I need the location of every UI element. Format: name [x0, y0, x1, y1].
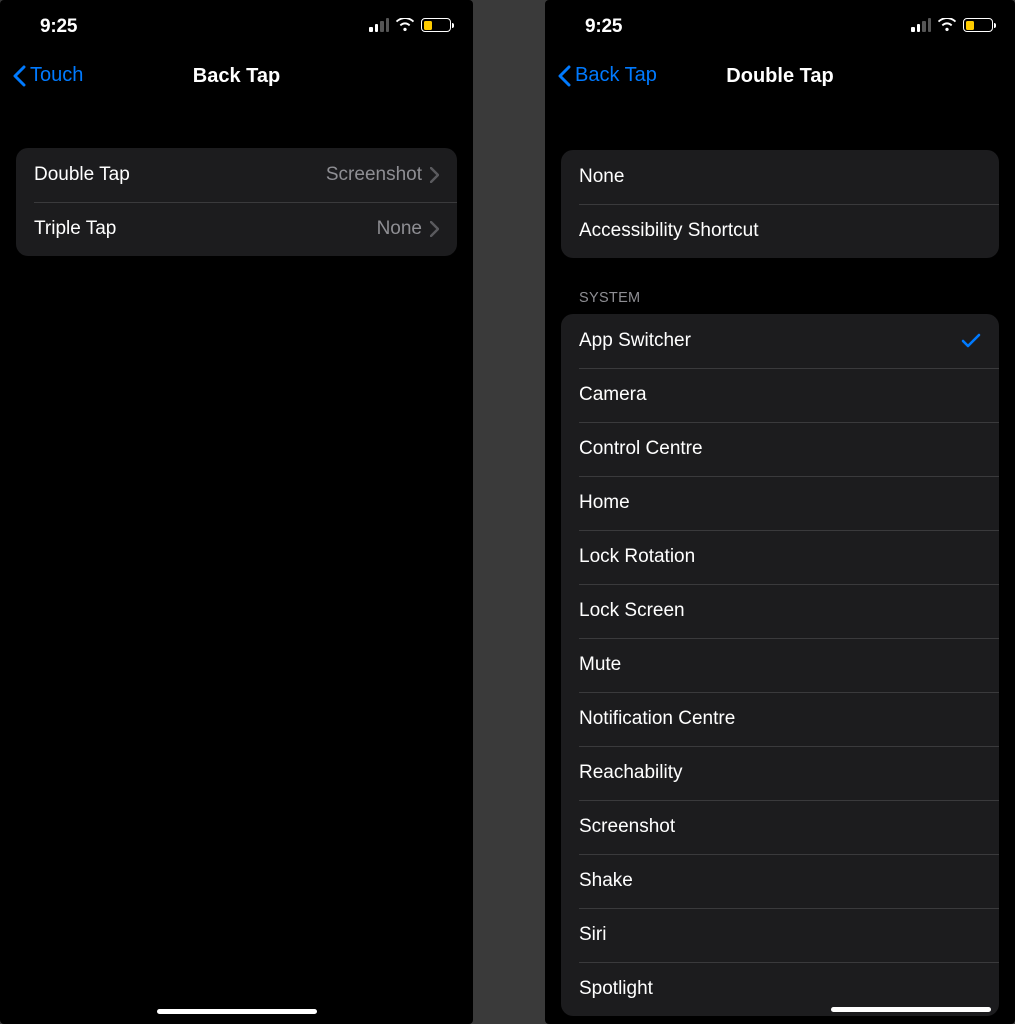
row-label: Camera: [579, 384, 981, 406]
status-bar: 9:25: [0, 0, 473, 44]
row-accessibility-shortcut[interactable]: Accessibility Shortcut: [561, 204, 999, 258]
row-label: Lock Rotation: [579, 546, 981, 568]
row-mute[interactable]: Mute: [561, 638, 999, 692]
status-bar: 9:25: [545, 0, 1015, 44]
row-lock-rotation[interactable]: Lock Rotation: [561, 530, 999, 584]
row-label: Spotlight: [579, 978, 981, 1000]
row-label: Double Tap: [34, 164, 326, 186]
home-indicator[interactable]: [831, 1007, 991, 1012]
row-label: None: [579, 166, 981, 188]
chevron-left-icon: [12, 65, 26, 87]
row-triple-tap[interactable]: Triple Tap None: [16, 202, 457, 256]
top-options-group: None Accessibility Shortcut: [561, 150, 999, 258]
row-label: Reachability: [579, 762, 981, 784]
wifi-icon: [395, 18, 415, 32]
chevron-right-icon: [430, 221, 439, 237]
nav-header: Touch Back Tap: [0, 54, 473, 104]
battery-icon: [421, 18, 451, 32]
row-value: None: [377, 218, 422, 240]
row-label: Notification Centre: [579, 708, 981, 730]
status-time: 9:25: [585, 16, 622, 38]
back-button[interactable]: Touch: [12, 64, 83, 87]
battery-icon: [963, 18, 993, 32]
row-label: Home: [579, 492, 981, 514]
phone-right: 9:25 Back Tap Double Tap None Accessibil…: [545, 0, 1015, 1024]
row-none[interactable]: None: [561, 150, 999, 204]
row-lock-screen[interactable]: Lock Screen: [561, 584, 999, 638]
section-header-system: SYSTEM: [579, 290, 981, 306]
row-control-centre[interactable]: Control Centre: [561, 422, 999, 476]
checkmark-icon: [961, 333, 981, 349]
phone-left: 9:25 Touch Back Tap Double Tap Screensho…: [0, 0, 473, 1024]
row-label: Accessibility Shortcut: [579, 220, 981, 242]
system-options-group: App Switcher Camera Control Centre Home …: [561, 314, 999, 1016]
row-label: Siri: [579, 924, 981, 946]
row-label: Control Centre: [579, 438, 981, 460]
row-label: App Switcher: [579, 330, 961, 352]
row-label: Mute: [579, 654, 981, 676]
back-label: Touch: [30, 64, 83, 87]
status-time: 9:25: [40, 16, 77, 38]
status-right-cluster: [911, 18, 993, 32]
row-shake[interactable]: Shake: [561, 854, 999, 908]
row-double-tap[interactable]: Double Tap Screenshot: [16, 148, 457, 202]
row-screenshot[interactable]: Screenshot: [561, 800, 999, 854]
signal-icon: [911, 18, 931, 32]
row-home[interactable]: Home: [561, 476, 999, 530]
row-notification-centre[interactable]: Notification Centre: [561, 692, 999, 746]
row-label: Screenshot: [579, 816, 981, 838]
row-label: Shake: [579, 870, 981, 892]
row-label: Lock Screen: [579, 600, 981, 622]
signal-icon: [369, 18, 389, 32]
row-camera[interactable]: Camera: [561, 368, 999, 422]
wifi-icon: [937, 18, 957, 32]
back-label: Back Tap: [575, 64, 657, 87]
row-siri[interactable]: Siri: [561, 908, 999, 962]
row-value: Screenshot: [326, 164, 422, 186]
chevron-right-icon: [430, 167, 439, 183]
status-right-cluster: [369, 18, 451, 32]
row-app-switcher[interactable]: App Switcher: [561, 314, 999, 368]
row-label: Triple Tap: [34, 218, 377, 240]
nav-header: Back Tap Double Tap: [545, 54, 1015, 104]
chevron-left-icon: [557, 65, 571, 87]
home-indicator[interactable]: [157, 1009, 317, 1014]
back-button[interactable]: Back Tap: [557, 64, 657, 87]
back-tap-group: Double Tap Screenshot Triple Tap None: [16, 148, 457, 256]
row-reachability[interactable]: Reachability: [561, 746, 999, 800]
